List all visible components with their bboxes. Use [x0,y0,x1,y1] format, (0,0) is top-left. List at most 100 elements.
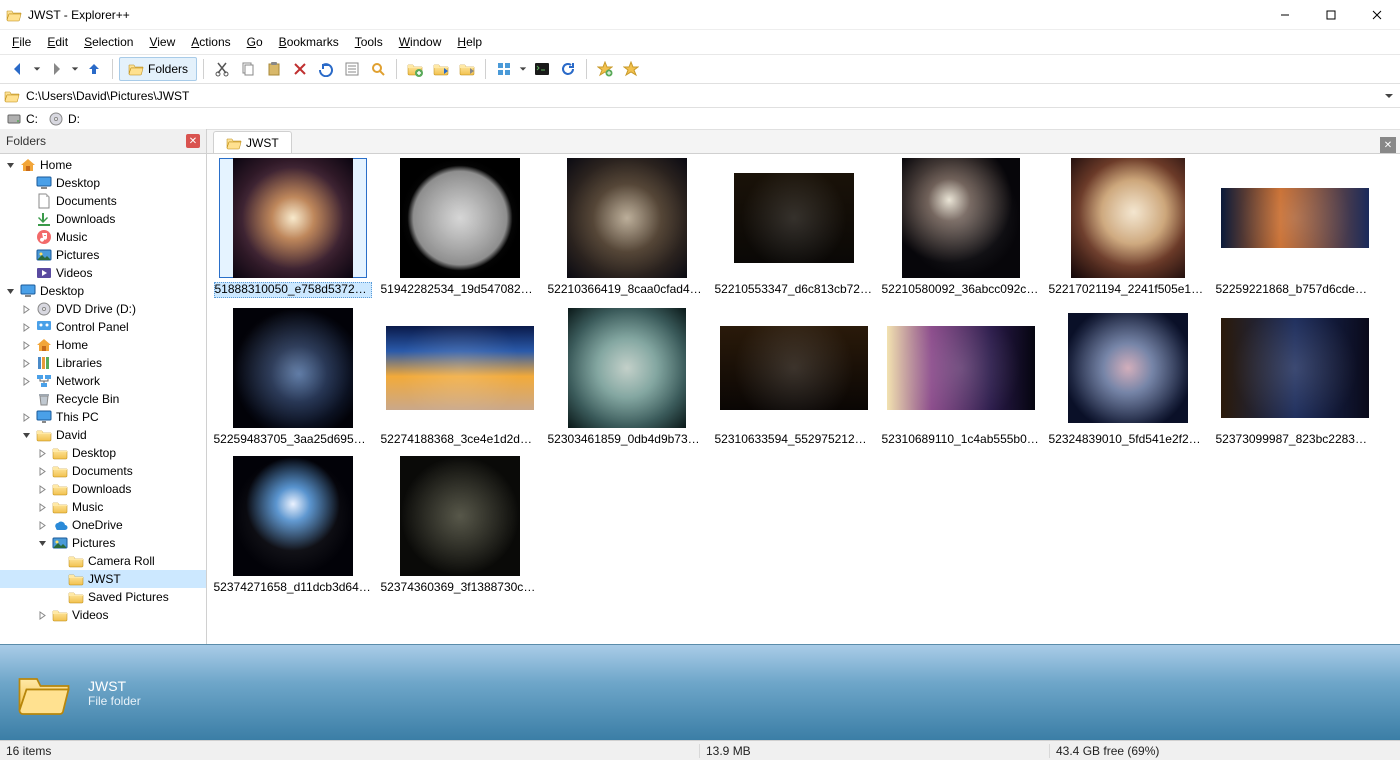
drive-c[interactable]: C: [6,111,38,127]
file-item[interactable]: 52217021194_2241f505e1_k.... [1046,158,1209,298]
address-path[interactable]: C:\Users\David\Pictures\JWST [24,87,1378,105]
forward-button[interactable] [44,57,68,81]
terminal-button[interactable] [530,57,554,81]
maximize-button[interactable] [1308,0,1354,30]
address-dropdown[interactable] [1382,91,1396,101]
menu-view[interactable]: View [141,32,183,52]
expand-icon[interactable] [20,359,32,368]
back-button[interactable] [6,57,30,81]
expand-icon[interactable] [20,305,32,314]
expand-icon[interactable] [36,611,48,620]
expand-icon[interactable] [20,377,32,386]
tree-node-david[interactable]: David [0,426,206,444]
collapse-icon[interactable] [20,431,32,440]
menu-bookmarks[interactable]: Bookmarks [271,32,347,52]
back-history-dropdown[interactable] [32,57,42,81]
file-item[interactable]: 52303461859_0db4d9b739_o.... [545,308,708,446]
copy-button[interactable] [236,57,260,81]
menu-edit[interactable]: Edit [39,32,76,52]
tree-node-recycle-bin[interactable]: Recycle Bin [0,390,206,408]
tab-close-button[interactable]: ✕ [1380,137,1396,153]
folder-tree[interactable]: HomeDesktopDocumentsDownloadsMusicPictur… [0,154,207,644]
file-item[interactable]: 51888310050_e758d5372b_h.jpg [211,158,374,298]
folders-panel-close[interactable]: ✕ [186,134,200,148]
tree-node-videos[interactable]: Videos [0,264,206,282]
tree-node-control-panel[interactable]: Control Panel [0,318,206,336]
tree-node-documents[interactable]: Documents [0,192,206,210]
tree-node-this-pc[interactable]: This PC [0,408,206,426]
tree-node-onedrive[interactable]: OneDrive [0,516,206,534]
tree-node-music[interactable]: Music [0,498,206,516]
menu-actions[interactable]: Actions [183,32,238,52]
file-item[interactable]: 52259483705_3aa25d6956_k.... [211,308,374,446]
move-to-button[interactable] [455,57,479,81]
tree-node-network[interactable]: Network [0,372,206,390]
paste-button[interactable] [262,57,286,81]
menu-window[interactable]: Window [391,32,450,52]
file-view[interactable]: 51888310050_e758d5372b_h.jpg51942282534_… [207,154,1400,644]
tree-node-downloads[interactable]: Downloads [0,480,206,498]
tree-node-downloads[interactable]: Downloads [0,210,206,228]
views-button[interactable] [492,57,516,81]
file-item[interactable]: 52374360369_3f1388730c_k.... [378,456,541,594]
tree-node-camera-roll[interactable]: Camera Roll [0,552,206,570]
expand-icon[interactable] [36,449,48,458]
file-item[interactable]: 52210366419_8caa0cfad4_k.... [545,158,708,298]
expand-icon[interactable] [20,323,32,332]
tree-node-libraries[interactable]: Libraries [0,354,206,372]
refresh-button[interactable] [556,57,580,81]
file-item[interactable]: 52310633594_552975212a_k.... [712,308,875,446]
forward-history-dropdown[interactable] [70,57,80,81]
file-item[interactable]: 51942282534_19d5470826_o.... [378,158,541,298]
tree-node-desktop[interactable]: Desktop [0,444,206,462]
file-item[interactable]: 52373099987_823bc2283a_o.... [1213,308,1376,446]
tree-node-dvd-drive-d-[interactable]: DVD Drive (D:) [0,300,206,318]
menu-tools[interactable]: Tools [347,32,391,52]
tree-node-home[interactable]: Home [0,336,206,354]
tree-node-music[interactable]: Music [0,228,206,246]
menu-help[interactable]: Help [449,32,490,52]
expand-icon[interactable] [36,521,48,530]
copy-to-button[interactable] [429,57,453,81]
tree-node-saved-pictures[interactable]: Saved Pictures [0,588,206,606]
expand-icon[interactable] [36,485,48,494]
file-item[interactable]: 52374271658_d11dcb3d64_o.... [211,456,374,594]
cut-button[interactable] [210,57,234,81]
undo-button[interactable] [314,57,338,81]
expand-icon[interactable] [36,467,48,476]
minimize-button[interactable] [1262,0,1308,30]
folders-pane-toggle[interactable]: Folders [119,57,197,81]
expand-icon[interactable] [20,341,32,350]
up-button[interactable] [82,57,106,81]
collapse-icon[interactable] [36,539,48,548]
menu-file[interactable]: File [4,32,39,52]
tree-node-home[interactable]: Home [0,156,206,174]
properties-button[interactable] [340,57,364,81]
file-item[interactable]: 52324839010_5fd541e2f2_k.jpg [1046,308,1209,446]
bookmarks-button[interactable] [619,57,643,81]
file-item[interactable]: 52210553347_d6c813cb72_k.... [712,158,875,298]
collapse-icon[interactable] [4,161,16,170]
search-button[interactable] [366,57,390,81]
add-bookmark-button[interactable] [593,57,617,81]
file-item[interactable]: 52310689110_1c4ab555b0_k.... [879,308,1042,446]
tree-node-desktop[interactable]: Desktop [0,282,206,300]
drive-d[interactable]: D: [48,111,80,127]
tree-node-videos[interactable]: Videos [0,606,206,624]
new-folder-button[interactable] [403,57,427,81]
tree-node-desktop[interactable]: Desktop [0,174,206,192]
tree-node-pictures[interactable]: Pictures [0,534,206,552]
tree-node-documents[interactable]: Documents [0,462,206,480]
menu-go[interactable]: Go [239,32,271,52]
expand-icon[interactable] [36,503,48,512]
close-button[interactable] [1354,0,1400,30]
collapse-icon[interactable] [4,287,16,296]
tree-node-jwst[interactable]: JWST [0,570,206,588]
delete-button[interactable] [288,57,312,81]
tree-node-pictures[interactable]: Pictures [0,246,206,264]
file-item[interactable]: 52259221868_b757d6cdea_k.... [1213,158,1376,298]
file-item[interactable]: 52210580092_36abcc092c_k.... [879,158,1042,298]
expand-icon[interactable] [20,413,32,422]
tab-jwst[interactable]: JWST [213,131,292,153]
file-item[interactable]: 52274188368_3ce4e1d2da_k.... [378,308,541,446]
